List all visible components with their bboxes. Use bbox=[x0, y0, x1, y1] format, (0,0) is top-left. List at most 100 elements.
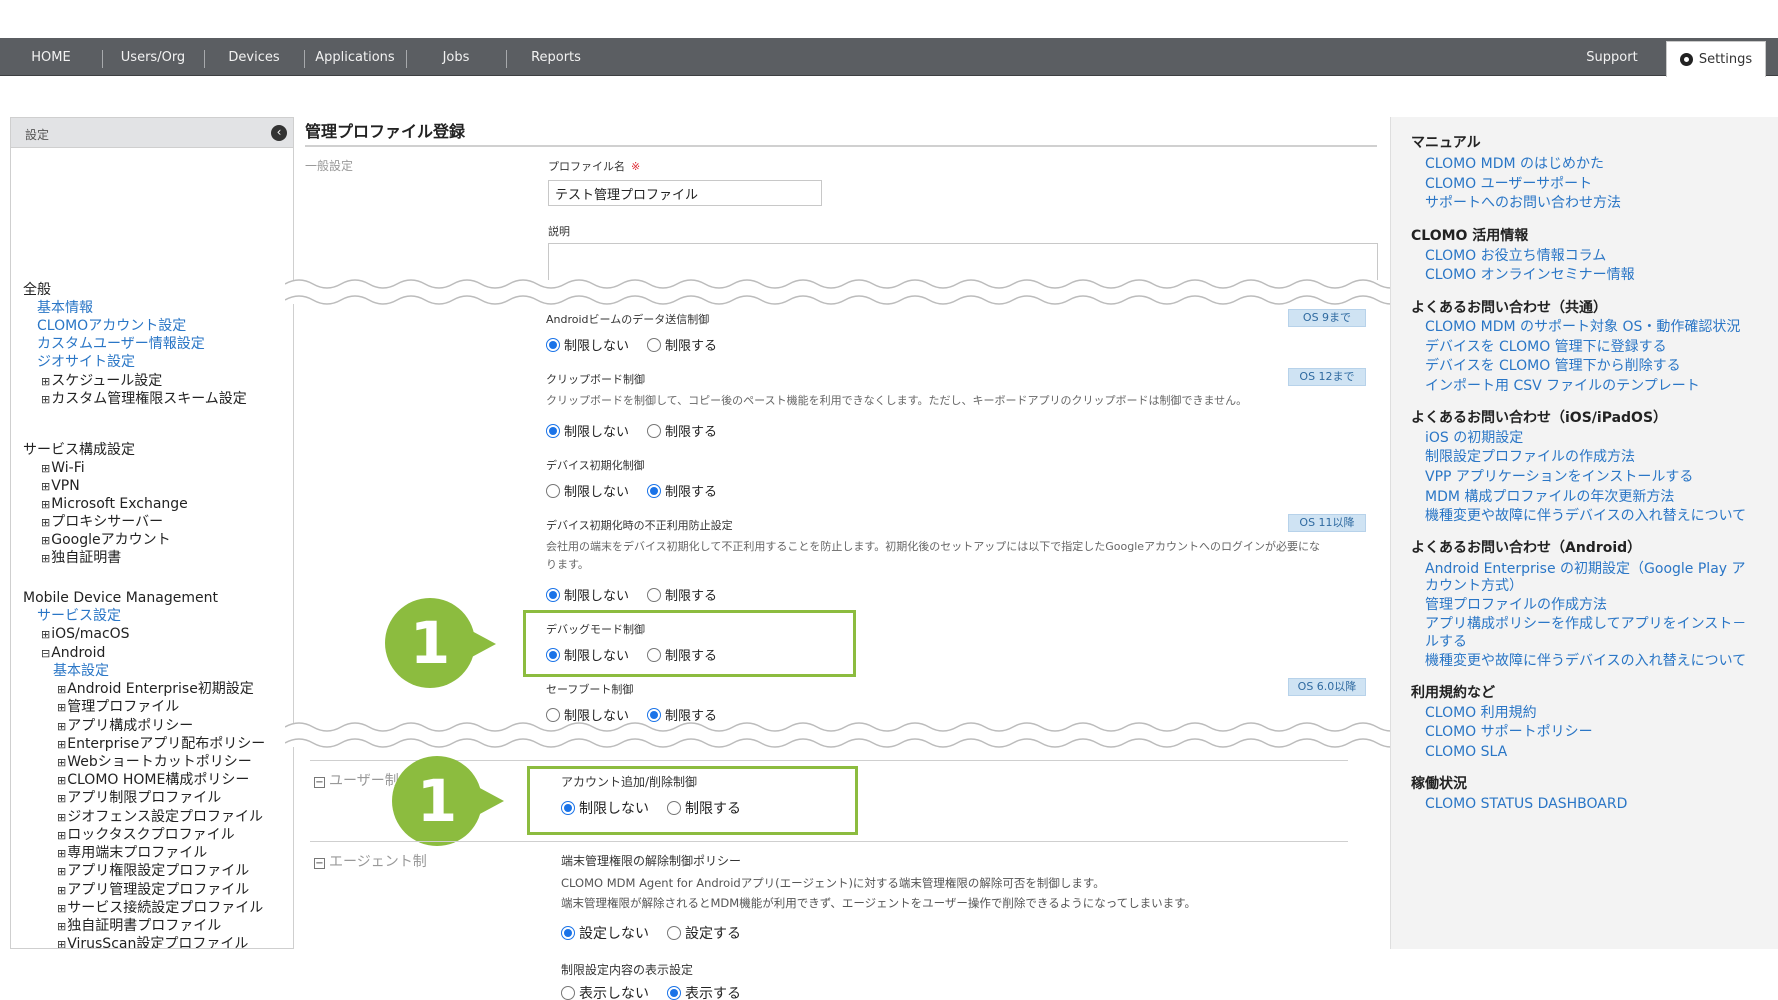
sidebar-item[interactable]: ⊟Android bbox=[41, 644, 105, 663]
sidebar-item-label: プロキシサーバー bbox=[51, 514, 164, 530]
sidebar-item-label: サービス設定 bbox=[37, 608, 121, 624]
sidebar-item-label: サービス接続設定プロファイル bbox=[67, 900, 264, 916]
help-link[interactable]: インポート用 CSV ファイルのテンプレート bbox=[1425, 377, 1700, 395]
nav-support[interactable]: Support bbox=[1556, 38, 1668, 76]
sidebar-item[interactable]: ⊞Android Enterprise初期設定 bbox=[57, 680, 254, 699]
nav-devices[interactable]: Devices bbox=[204, 38, 304, 76]
radio-clipboard-off[interactable] bbox=[546, 423, 560, 438]
nav-home[interactable]: HOME bbox=[0, 38, 102, 76]
help-link[interactable]: CLOMO SLA bbox=[1425, 743, 1507, 761]
sidebar-item[interactable]: ⊞スケジュール設定 bbox=[41, 372, 162, 391]
sidebar-item[interactable]: ⊞サービス接続設定プロファイル bbox=[57, 899, 263, 918]
help-link[interactable]: iOS の初期設定 bbox=[1425, 429, 1523, 447]
sidebar-item[interactable]: ⊞独自証明書 bbox=[41, 549, 121, 568]
expand-icon: ⊞ bbox=[41, 375, 51, 388]
help-link[interactable]: ルする bbox=[1425, 633, 1467, 651]
help-link[interactable]: 制限設定プロファイルの作成方法 bbox=[1425, 448, 1635, 466]
sidebar-item[interactable]: ⊞ロックタスクプロファイル bbox=[57, 826, 235, 845]
sidebar-item[interactable]: ⊞Googleアカウント bbox=[41, 531, 171, 550]
sidebar-item[interactable]: CLOMOアカウント設定 bbox=[37, 317, 186, 335]
radio-android-beam-off[interactable] bbox=[546, 337, 560, 352]
radio-factory-reset-off[interactable] bbox=[546, 483, 560, 498]
radio-factory-reset-on[interactable] bbox=[647, 483, 662, 498]
sidebar-item[interactable]: カスタムユーザー情報設定 bbox=[37, 335, 205, 353]
help-link[interactable]: CLOMO ユーザーサポート bbox=[1425, 175, 1592, 193]
help-link[interactable]: 機種変更や故障に伴うデバイスの入れ替えについて bbox=[1425, 507, 1746, 525]
callout-arrow-second bbox=[478, 787, 504, 815]
sidebar-item-label: VPN bbox=[51, 478, 80, 494]
help-link[interactable]: 機種変更や故障に伴うデバイスの入れ替えについて bbox=[1425, 652, 1746, 670]
sidebar-item[interactable]: ⊞Microsoft Exchange bbox=[41, 495, 188, 514]
general-settings-label: 一般設定 bbox=[305, 159, 354, 173]
help-link[interactable]: MDM 構成プロファイルの年次更新方法 bbox=[1425, 488, 1674, 506]
section-user-control[interactable]: − ユーザー制 bbox=[314, 770, 399, 790]
sidebar-item[interactable]: ⊞ジオフェンス設定プロファイル bbox=[57, 808, 263, 827]
nav-settings-tab[interactable]: Settings bbox=[1666, 41, 1766, 77]
sidebar-item-label: Android bbox=[51, 645, 106, 661]
radio-clipboard-on[interactable] bbox=[647, 423, 662, 438]
help-link[interactable]: アプリ構成ポリシーを作成してアプリをインスト－ bbox=[1425, 615, 1746, 633]
help-link[interactable]: カウント方式） bbox=[1425, 577, 1523, 595]
sidebar-item[interactable]: ⊞VirusScan設定プロファイル bbox=[57, 935, 248, 948]
radio-frp-off[interactable] bbox=[546, 587, 560, 602]
section-agent-control[interactable]: − エージェント制 bbox=[314, 851, 427, 871]
collapse-sidebar-icon[interactable]: ‹ bbox=[271, 125, 287, 141]
sidebar-item-label: Microsoft Exchange bbox=[51, 496, 188, 512]
sidebar-item[interactable]: ⊞iOS/macOS bbox=[41, 625, 130, 644]
help-link[interactable]: 管理プロファイルの作成方法 bbox=[1425, 596, 1607, 614]
radio-frp-on[interactable] bbox=[647, 587, 662, 602]
sidebar-item[interactable]: ⊞Wi-Fi bbox=[41, 459, 85, 478]
sidebar-item[interactable]: ⊞Enterpriseアプリ配布ポリシー bbox=[57, 735, 265, 754]
main-nav: HOME Users/Org Devices Applications Jobs… bbox=[0, 38, 606, 76]
radio-account-control-off[interactable] bbox=[561, 801, 575, 815]
page-title: 管理プロファイル登録 bbox=[305, 122, 466, 141]
help-link[interactable]: CLOMO STATUS DASHBOARD bbox=[1425, 795, 1627, 813]
sidebar-item[interactable]: ⊞管理プロファイル bbox=[57, 698, 179, 717]
help-link[interactable]: CLOMO お役立ち情報コラム bbox=[1425, 247, 1606, 265]
expand-icon: ⊞ bbox=[57, 884, 67, 897]
radio-display-on[interactable] bbox=[667, 986, 681, 1000]
radio-account-control-on[interactable] bbox=[667, 801, 681, 815]
radio-debug-mode-on[interactable] bbox=[647, 647, 662, 662]
sidebar-item[interactable]: ⊞プロキシサーバー bbox=[41, 513, 163, 532]
sidebar-item[interactable]: ⊞アプリ制限プロファイル bbox=[57, 789, 221, 808]
profile-name-input[interactable] bbox=[548, 180, 822, 206]
setting-label-account-control: アカウント追加/削除制御 bbox=[561, 775, 698, 789]
help-link[interactable]: Android Enterprise の初期設定（Google Play ア bbox=[1425, 560, 1746, 578]
radio-display-off[interactable] bbox=[561, 986, 575, 1000]
radio-debug-mode-off[interactable] bbox=[546, 647, 560, 662]
sidebar-item-label: CLOMO HOME構成ポリシー bbox=[67, 772, 250, 788]
sidebar-item[interactable]: ⊞VPN bbox=[41, 477, 80, 496]
sidebar-item[interactable]: サービス設定 bbox=[37, 607, 121, 625]
help-link[interactable]: CLOMO MDM のはじめかた bbox=[1425, 155, 1604, 173]
help-link[interactable]: デバイスを CLOMO 管理下に登録する bbox=[1425, 338, 1667, 356]
help-link[interactable]: CLOMO 利用規約 bbox=[1425, 704, 1537, 722]
sidebar-item[interactable]: ⊞独自証明書プロファイル bbox=[57, 917, 221, 936]
radio-admin-release-on[interactable] bbox=[667, 926, 681, 940]
nav-reports[interactable]: Reports bbox=[506, 38, 606, 76]
help-link[interactable]: CLOMO MDM のサポート対象 OS・動作確認状況 bbox=[1425, 318, 1740, 336]
sidebar-item[interactable]: ⊞CLOMO HOME構成ポリシー bbox=[57, 771, 249, 790]
nav-users-org[interactable]: Users/Org bbox=[102, 38, 204, 76]
sidebar-item[interactable]: ジオサイト設定 bbox=[37, 353, 135, 371]
sidebar-item[interactable]: 基本情報 bbox=[37, 299, 93, 317]
sidebar-item[interactable]: 基本設定 bbox=[53, 662, 109, 680]
sidebar-item[interactable]: ⊞アプリ管理設定プロファイル bbox=[57, 881, 249, 900]
expand-icon: ⊞ bbox=[41, 462, 51, 475]
help-link[interactable]: VPP アプリケーションをインストールする bbox=[1425, 468, 1693, 486]
help-section-heading: 利用規約など bbox=[1411, 685, 1495, 701]
help-link[interactable]: CLOMO オンラインセミナー情報 bbox=[1425, 266, 1635, 284]
help-link[interactable]: デバイスを CLOMO 管理下から削除する bbox=[1425, 357, 1681, 375]
radio-admin-release-off[interactable] bbox=[561, 926, 575, 940]
sidebar-section-heading: 全般 bbox=[23, 281, 51, 299]
help-link[interactable]: CLOMO サポートポリシー bbox=[1425, 723, 1593, 741]
nav-applications[interactable]: Applications bbox=[304, 38, 406, 76]
help-link[interactable]: サポートへのお問い合わせ方法 bbox=[1425, 194, 1621, 212]
sidebar-item[interactable]: ⊞専用端末プロファイル bbox=[57, 844, 207, 863]
sidebar-item[interactable]: ⊞アプリ構成ポリシー bbox=[57, 717, 193, 736]
sidebar-item[interactable]: ⊞カスタム管理権限スキーム設定 bbox=[41, 390, 247, 409]
sidebar-item[interactable]: ⊞アプリ権限設定プロファイル bbox=[57, 862, 249, 881]
nav-jobs[interactable]: Jobs bbox=[406, 38, 506, 76]
sidebar-item[interactable]: ⊞Webショートカットポリシー bbox=[57, 753, 252, 772]
radio-android-beam-on[interactable] bbox=[647, 337, 662, 352]
